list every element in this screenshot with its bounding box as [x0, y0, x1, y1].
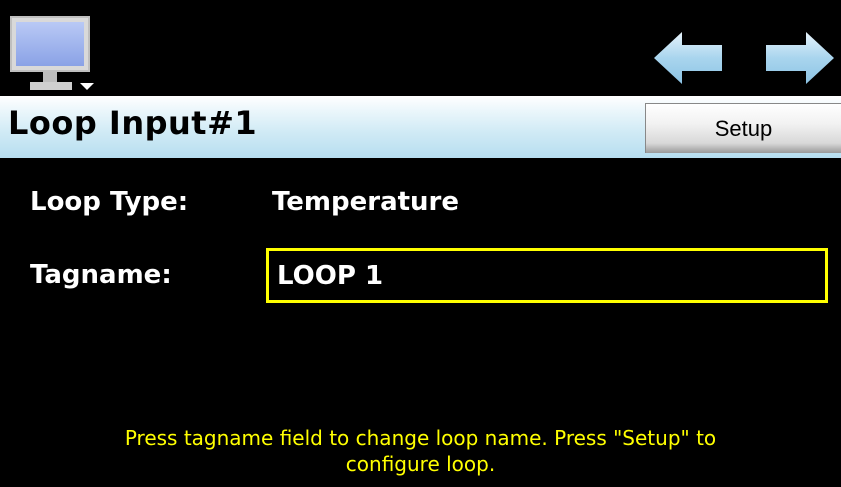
- help-text-line-1: Press tagname field to change loop name.…: [124, 426, 717, 450]
- page-title: Loop Input#1: [8, 104, 258, 142]
- loop-type-value: Temperature: [272, 187, 460, 217]
- setup-button[interactable]: Setup: [645, 103, 841, 153]
- monitor-menu-button[interactable]: [10, 16, 96, 96]
- loop-type-label: Loop Type:: [30, 187, 189, 217]
- forward-button[interactable]: [764, 30, 836, 86]
- arrow-left-icon: [654, 32, 722, 84]
- tagname-field[interactable]: LOOP 1: [266, 248, 828, 303]
- help-text-line-2: configure loop.: [345, 452, 496, 476]
- top-toolbar: [0, 0, 841, 95]
- help-text: Press tagname field to change loop name.…: [0, 425, 841, 477]
- monitor-icon: [10, 16, 94, 90]
- back-button[interactable]: [652, 30, 724, 86]
- tagname-label: Tagname:: [30, 260, 172, 290]
- tagname-value: LOOP 1: [277, 260, 384, 291]
- arrow-right-icon: [766, 32, 834, 84]
